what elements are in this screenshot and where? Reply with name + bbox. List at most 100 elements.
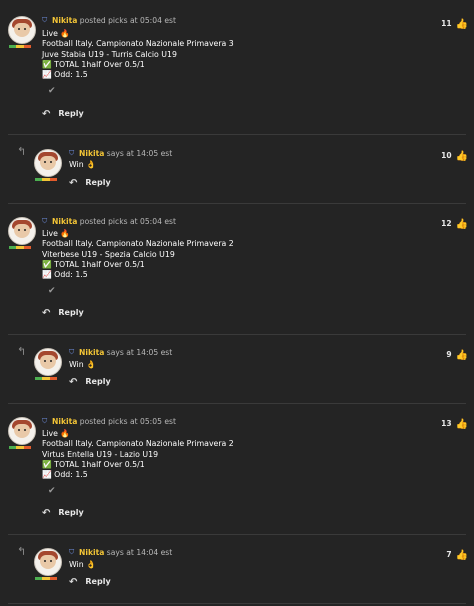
post-line: Juve Stabia U19 - Turris Calcio U19 [42,49,177,59]
reply-button[interactable]: ↶ Reply [69,178,111,189]
post-line: Live 🔥 [42,429,71,438]
shield-badge-icon: ⛉ [69,149,75,157]
level-bar [9,45,31,48]
reply-button[interactable]: ↶ Reply [69,577,111,588]
divider [8,334,466,335]
post-line: Virtus Entella U19 - Lazio U19 [42,449,159,459]
avatar[interactable] [8,417,36,451]
like-counter[interactable]: 10 👍 [441,151,468,162]
username[interactable]: Nikita [52,217,77,226]
divider [8,134,466,135]
shield-badge-icon: ⛉ [69,548,75,556]
post-line: Viterbese U19 - Spezia Calcio U19 [42,249,175,259]
reply-arrow-icon: ↶ [42,308,51,319]
post-line: Football Italy. Campionato Nazionale Pri… [42,239,234,249]
shield-badge-icon: ⛉ [69,348,75,356]
like-count: 9 [446,350,452,359]
reply-arrow-icon: ↶ [42,109,51,120]
like-count: 12 [441,219,452,228]
like-counter[interactable]: 7 👍 [446,550,468,561]
divider [8,403,466,404]
shield-badge-icon: ⛉ [42,16,48,24]
post-line: Live 🔥 [42,229,71,238]
checkmark-icon: ✔ [48,86,56,96]
level-bar [35,577,57,580]
like-counter[interactable]: 13 👍 [441,419,468,430]
avatar[interactable] [34,149,62,183]
post-line: 📈 Odd: 1.5 [42,470,88,480]
checkmark-icon: ✔ [48,486,56,496]
nested-reply-arrow-icon: ↰ [17,545,27,558]
post-body: Live 🔥 Football Italy. Campionato Nazion… [42,29,234,80]
checkmark-icon: ✔ [48,286,56,296]
post-line: 📈 Odd: 1.5 [42,270,88,280]
post-action: posted picks at 05:05 est [79,417,176,426]
post-body: Win 👌 [69,360,96,370]
like-count: 10 [441,151,452,160]
post-body: Win 👌 [69,160,96,170]
avatar[interactable] [8,16,36,50]
reply-arrow-icon: ↶ [69,577,78,588]
level-bar [35,178,57,181]
thumbs-up-icon[interactable]: 👍 [456,151,468,162]
post-meta: ⛉ Nikita posted picks at 05:05 est [42,417,176,426]
post-line: ✅ TOTAL 1half Over 0.5/1 [42,59,145,69]
shield-badge-icon: ⛉ [42,417,48,425]
like-count: 13 [441,419,452,428]
username[interactable]: Nikita [79,348,104,357]
post-action: says at 14:05 est [106,348,173,357]
post-meta: ⛉ Nikita posted picks at 05:04 est [42,217,176,226]
reply-arrow-icon: ↶ [69,377,78,388]
post-line: Football Italy. Campionato Nazionale Pri… [42,39,234,49]
post-body: Win 👌 [69,560,96,570]
post-action: posted picks at 05:04 est [79,16,176,25]
post-line: Win 👌 [69,160,96,169]
like-count: 7 [446,550,452,559]
avatar[interactable] [34,548,62,582]
shield-badge-icon: ⛉ [42,217,48,225]
like-count: 11 [441,19,452,28]
avatar[interactable] [34,348,62,382]
level-bar [35,377,57,380]
like-counter[interactable]: 11 👍 [441,19,468,30]
like-counter[interactable]: 9 👍 [446,350,468,361]
post-action: posted picks at 05:04 est [79,217,176,226]
thumbs-up-icon[interactable]: 👍 [456,419,468,430]
nested-reply-arrow-icon: ↰ [17,145,27,158]
post-body: Live 🔥 Football Italy. Campionato Nazion… [42,429,234,480]
thumbs-up-icon[interactable]: 👍 [456,19,468,30]
username[interactable]: Nikita [52,16,77,25]
reply-arrow-icon: ↶ [42,508,51,519]
like-counter[interactable]: 12 👍 [441,219,468,230]
comment-feed: ⛉ Nikita posted picks at 05:04 est Live 🔥… [0,0,474,606]
post-line: Win 👌 [69,360,96,369]
post-action: says at 14:05 est [106,149,173,158]
level-bar [9,446,31,449]
post-line: ✅ TOTAL 1half Over 0.5/1 [42,259,145,269]
divider [8,603,466,604]
post-meta: ⛉ Nikita says at 14:05 est [69,149,172,158]
username[interactable]: Nikita [79,548,104,557]
post-line: Football Italy. Campionato Nazionale Pri… [42,439,234,449]
reply-button[interactable]: ↶ Reply [42,109,84,120]
username[interactable]: Nikita [79,149,104,158]
post-meta: ⛉ Nikita says at 14:04 est [69,548,172,557]
post-line: ✅ TOTAL 1half Over 0.5/1 [42,459,145,469]
post-meta: ⛉ Nikita says at 14:05 est [69,348,172,357]
thumbs-up-icon[interactable]: 👍 [456,550,468,561]
post-body: Live 🔥 Football Italy. Campionato Nazion… [42,229,234,280]
post-action: says at 14:04 est [106,548,173,557]
reply-button[interactable]: ↶ Reply [42,308,84,319]
thumbs-up-icon[interactable]: 👍 [456,350,468,361]
reply-button[interactable]: ↶ Reply [69,377,111,388]
post-line: 📈 Odd: 1.5 [42,70,88,80]
avatar[interactable] [8,217,36,251]
reply-button[interactable]: ↶ Reply [42,508,84,519]
username[interactable]: Nikita [52,417,77,426]
thumbs-up-icon[interactable]: 👍 [456,219,468,230]
reply-arrow-icon: ↶ [69,178,78,189]
post-line: Live 🔥 [42,29,71,38]
post-meta: ⛉ Nikita posted picks at 05:04 est [42,16,176,25]
level-bar [9,246,31,249]
post-line: Win 👌 [69,560,96,569]
